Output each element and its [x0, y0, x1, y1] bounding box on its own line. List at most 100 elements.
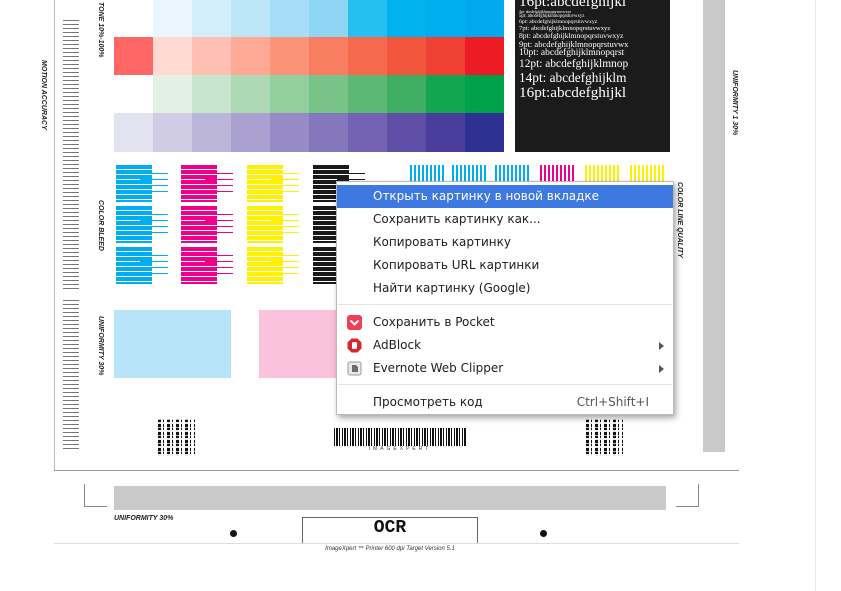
color-swatch — [309, 37, 348, 76]
color-swatch — [465, 0, 504, 39]
color-swatch — [192, 75, 231, 114]
color-line-stripe — [540, 165, 576, 181]
menu-item-copy-image[interactable]: Копировать картинку — [337, 231, 673, 254]
color-bleed-lines — [140, 214, 168, 238]
color-swatch — [231, 37, 270, 76]
color-swatch — [231, 113, 270, 152]
uniformity-cyan-block — [114, 310, 231, 378]
right-gray-strip — [703, 0, 725, 452]
swatch-row — [114, 113, 504, 152]
font-size-samples: 16pt:abcdefghijkl 4pt: abcdefghijklmnopqr… — [515, 0, 670, 152]
menu-separator — [338, 304, 672, 305]
menu-item-label: Открыть картинку в новой вкладке — [373, 189, 600, 203]
color-swatch — [270, 113, 309, 152]
swatch-row — [114, 75, 504, 114]
menu-item-save-to-pocket[interactable]: Сохранить в Pocket — [337, 311, 673, 334]
color-swatch — [387, 37, 426, 76]
menu-item-shortcut: Ctrl+Shift+I — [576, 395, 649, 409]
menu-item-label: Сохранить в Pocket — [373, 315, 495, 329]
datamatrix-code-right — [586, 419, 623, 456]
color-swatch — [426, 37, 465, 76]
color-bleed-label: COLOR BLEED — [97, 200, 104, 251]
color-swatch — [231, 75, 270, 114]
color-line-stripe — [452, 165, 488, 181]
color-line-stripe — [495, 165, 531, 181]
color-swatch — [348, 75, 387, 114]
menu-item-label: Просмотреть код — [373, 395, 483, 409]
submenu-arrow-icon — [659, 365, 664, 373]
color-line-stripe — [410, 165, 446, 181]
color-swatch — [231, 0, 270, 39]
color-swatch — [114, 0, 153, 39]
color-swatch — [153, 113, 192, 152]
color-swatch — [153, 0, 192, 39]
motion-accuracy-ruler-lower — [63, 300, 79, 450]
color-swatch — [114, 113, 153, 152]
menu-item-label: Сохранить картинку как... — [373, 212, 541, 226]
color-swatch — [465, 37, 504, 76]
bottom-frame-line — [54, 470, 739, 471]
swatch-row — [114, 0, 504, 39]
color-swatch — [192, 113, 231, 152]
color-bleed-lines — [271, 173, 299, 197]
color-swatch — [387, 0, 426, 39]
color-swatch — [426, 0, 465, 39]
color-swatch — [465, 113, 504, 152]
color-line-label: COLOR LINE QUALITY — [676, 182, 683, 258]
menu-item-inspect-code[interactable]: Просмотреть код Ctrl+Shift+I — [337, 391, 673, 414]
uniformity-bottom-bar — [114, 486, 666, 510]
color-swatch — [153, 37, 192, 76]
context-menu: Открыть картинку в новой вкладке Сохрани… — [336, 181, 674, 415]
font-sample-line: 14pt: abcdefghijklm — [519, 69, 627, 85]
menu-item-label: Найти картинку (Google) — [373, 281, 531, 295]
color-bleed-lines — [271, 255, 299, 279]
color-swatch — [348, 113, 387, 152]
corner-arrow-right — [676, 484, 699, 507]
color-bleed-lines — [140, 255, 168, 279]
color-swatch — [270, 0, 309, 39]
page-bottom-edge — [54, 543, 739, 544]
color-swatch — [309, 75, 348, 114]
font-sample-line: 12pt: abcdefghijklmnop — [519, 57, 629, 70]
menu-separator — [338, 384, 672, 385]
motion-accuracy-label: MOTION ACCURACY — [40, 60, 47, 130]
color-line-stripe — [585, 165, 621, 181]
color-swatch — [309, 0, 348, 39]
menu-item-open-image-new-tab[interactable]: Открыть картинку в новой вкладке — [337, 185, 673, 208]
menu-item-label: Копировать URL картинки — [373, 258, 540, 272]
color-swatch — [270, 75, 309, 114]
menu-item-search-image-google[interactable]: Найти картинку (Google) — [337, 277, 673, 300]
color-swatch — [114, 37, 153, 76]
corner-arrow-left — [84, 484, 107, 507]
color-swatch — [426, 75, 465, 114]
menu-item-save-image-as[interactable]: Сохранить картинку как... — [337, 208, 673, 231]
color-swatch — [153, 75, 192, 114]
color-swatch — [348, 37, 387, 76]
menu-item-label: Evernote Web Clipper — [373, 361, 504, 375]
menu-item-label: AdBlock — [373, 338, 422, 352]
ocr-label: OCR — [373, 518, 407, 538]
color-swatch — [465, 75, 504, 114]
color-swatch — [192, 37, 231, 76]
font-sample-line: 16pt:abcdefghijkl — [519, 0, 627, 10]
color-swatch — [309, 113, 348, 152]
dot-right — [540, 530, 547, 537]
color-swatch — [387, 75, 426, 114]
uniformity-side-label: UNIFORMITY 30% — [97, 316, 104, 376]
dot-left — [230, 530, 237, 537]
menu-item-copy-image-url[interactable]: Копировать URL картинки — [337, 254, 673, 277]
submenu-arrow-icon — [659, 342, 664, 350]
datamatrix-code-left — [158, 419, 195, 456]
color-swatch — [270, 37, 309, 76]
barcode — [334, 428, 466, 446]
color-bleed-lines — [205, 255, 233, 279]
uniformity-right-label: UNIFORMITY 1 30% — [731, 70, 738, 136]
uniformity-bottom-label: UNIFORMITY 30% — [114, 515, 174, 522]
menu-item-evernote-web-clipper[interactable]: Evernote Web Clipper — [337, 357, 673, 380]
target-footer-text: ImageXpert ™ Printer 600 dpi Target Vers… — [325, 546, 455, 552]
barcode-caption: IMAGEXPERT — [368, 446, 432, 452]
menu-item-adblock[interactable]: AdBlock — [337, 334, 673, 357]
font-sample-line: 16pt:abcdefghijkl — [519, 83, 627, 101]
color-line-stripe — [630, 165, 666, 181]
color-bleed-lines — [205, 173, 233, 197]
